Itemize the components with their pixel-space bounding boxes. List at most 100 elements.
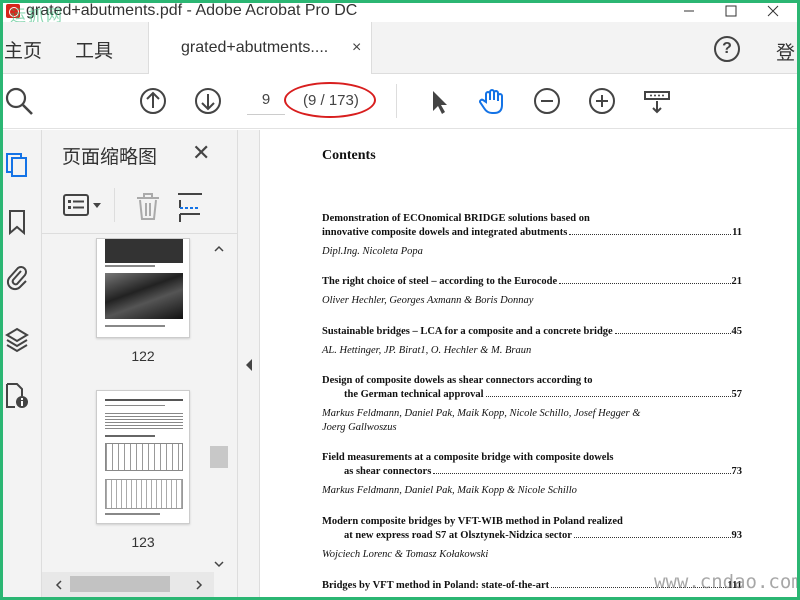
search-icon[interactable] (3, 85, 35, 117)
attachment-icon[interactable] (4, 263, 30, 291)
close-window-icon[interactable] (752, 0, 794, 22)
toc-entry[interactable]: The right choice of steel – according to… (322, 275, 742, 308)
thumbnails-panel: 页面缩略图 ✕ 122 123 (42, 130, 238, 600)
thumbnail-text-line (105, 405, 165, 406)
toc-entry[interactable]: Demonstration of ECOnomical BRIDGE solut… (322, 212, 742, 259)
left-nav-strip (0, 130, 42, 600)
toc-page-number: 93 (731, 530, 743, 541)
toolbar-divider (396, 84, 397, 118)
toc-page-number: 11 (732, 227, 742, 238)
thumbnail-text-line (105, 325, 165, 327)
menu-home[interactable]: 主页 (4, 36, 42, 63)
thumbnail-page-122[interactable] (96, 238, 190, 338)
toc-entry-title: as shear connectors (344, 466, 432, 477)
thumbnail-text-block (105, 413, 183, 429)
delete-page-icon[interactable] (134, 192, 162, 227)
document-info-icon[interactable] (4, 382, 30, 410)
scrollbar-thumb[interactable] (210, 446, 228, 468)
scroll-left-icon[interactable] (54, 580, 64, 590)
zoom-out-icon[interactable] (531, 85, 563, 117)
toc-entry-title: the German technical approval (344, 389, 484, 400)
toc-page-number: 57 (731, 389, 743, 400)
scroll-right-icon[interactable] (194, 580, 204, 590)
thumbnail-image (105, 273, 183, 319)
maximize-icon[interactable] (710, 0, 752, 22)
thumbnail-text-line (105, 513, 160, 515)
toc-leader-dots (433, 473, 731, 474)
minimize-icon[interactable] (668, 0, 710, 22)
thumbnail-text-line (105, 399, 183, 401)
bookmark-icon[interactable] (4, 208, 30, 236)
highlight-ellipse (284, 82, 376, 118)
close-panel-icon[interactable]: ✕ (192, 140, 210, 166)
zoom-in-icon[interactable] (586, 85, 618, 117)
toc-entry-authors: Joerg Gallwoszus (322, 422, 397, 433)
panel-title: 页面缩略图 (62, 147, 158, 168)
thumbnail-list: 122 123 (42, 238, 214, 572)
page-thumbnails-icon[interactable] (4, 150, 30, 178)
thumbnail-text-line (105, 265, 155, 267)
thumbnail-page-123[interactable] (96, 390, 190, 524)
thumbnail-text-line (105, 435, 155, 437)
menu-tools[interactable]: 工具 (75, 36, 113, 63)
document-page: Contents Demonstration of ECOnomical BRI… (260, 130, 800, 600)
scroll-down-icon[interactable] (214, 559, 224, 569)
horizontal-scrollbar[interactable] (42, 572, 214, 598)
panel-toolbar-divider (114, 188, 115, 222)
help-icon[interactable]: ? (714, 36, 740, 62)
extract-pages-icon[interactable] (176, 190, 206, 229)
hand-tool-icon[interactable] (476, 85, 508, 117)
toc-entry-title: Demonstration of ECOnomical BRIDGE solut… (322, 213, 590, 224)
toc-entry[interactable]: Field measurements at a composite bridge… (322, 451, 742, 498)
toc-entry-authors: Wojciech Lorenc & Tomasz Kołakowski (322, 549, 489, 560)
collapse-arrow-icon[interactable] (244, 358, 254, 372)
toc-entry-authors: Oliver Hechler, Georges Axmann & Boris D… (322, 295, 534, 306)
contents-heading: Contents (322, 148, 376, 163)
document-tab-label: grated+abutments.... (181, 39, 329, 56)
toc-entry[interactable]: Sustainable bridges – LCA for a composit… (322, 325, 742, 358)
toc-entry-authors: Markus Feldmann, Daniel Pak, Maik Kopp &… (322, 485, 577, 496)
toc-leader-dots (614, 333, 731, 334)
scroll-mode-icon[interactable] (641, 85, 673, 117)
toc-entry-title: Modern composite bridges by VFT-WIB meth… (322, 516, 623, 527)
toc-leader-dots (485, 396, 731, 397)
toc-entry-title: Bridges by VFT method in Poland: state-o… (322, 580, 550, 591)
toc-entry-title: Design of composite dowels as shear conn… (322, 375, 593, 386)
thumbnail-label-123: 123 (131, 534, 155, 550)
toc-page-number: 73 (731, 466, 743, 477)
login-button[interactable]: 登 (776, 38, 795, 65)
next-page-icon[interactable] (192, 85, 224, 117)
layers-icon[interactable] (4, 325, 30, 353)
toc-entry-title: Field measurements at a composite bridge… (322, 452, 614, 463)
thumbnail-drawing (105, 479, 183, 509)
horizontal-scrollbar-thumb[interactable] (70, 576, 170, 592)
options-menu-icon[interactable] (62, 192, 108, 225)
previous-page-icon[interactable] (137, 85, 169, 117)
document-tab[interactable]: grated+abutments.... × (148, 22, 372, 74)
toc-entry-authors: Markus Feldmann, Daniel Pak, Maik Kopp, … (322, 408, 641, 419)
toc-entry-title: Sustainable bridges – LCA for a composit… (322, 326, 613, 337)
title-bar: grated+abutments.pdf - Adobe Acrobat Pro… (0, 0, 800, 25)
toc-entry-title: The right choice of steel – according to… (322, 276, 558, 287)
thumbnail-scrollbar[interactable] (210, 242, 228, 572)
scrollbar-track[interactable] (210, 260, 228, 556)
toc-leader-dots (573, 537, 731, 538)
toc-page-number: 45 (731, 326, 743, 337)
toc-page-number: 21 (731, 276, 743, 287)
menu-tab-bar: 主页 工具 (0, 22, 800, 74)
panel-collapse-strip[interactable] (238, 130, 260, 600)
toolbar (0, 75, 800, 129)
toc-entry[interactable]: Design of composite dowels as shear conn… (322, 374, 742, 435)
close-tab-icon[interactable]: × (352, 39, 361, 57)
toc-entry-title: innovative composite dowels and integrat… (322, 227, 568, 238)
scroll-up-icon[interactable] (214, 244, 224, 254)
thumbnail-drawing (105, 443, 183, 471)
toc-entry-title: at new express road S7 at Olsztynek-Nidz… (344, 530, 572, 541)
toc-entry-authors: Dipl.Ing. Nicoleta Popa (322, 246, 423, 257)
page-number-input[interactable]: 9 (247, 85, 285, 115)
site-watermark: www.cndao.com (654, 571, 800, 593)
thumbnail-label-122: 122 (131, 348, 155, 364)
toc-entry[interactable]: Modern composite bridges by VFT-WIB meth… (322, 515, 742, 562)
select-cursor-icon[interactable] (422, 85, 454, 117)
window-title: grated+abutments.pdf - Adobe Acrobat Pro… (26, 2, 358, 19)
